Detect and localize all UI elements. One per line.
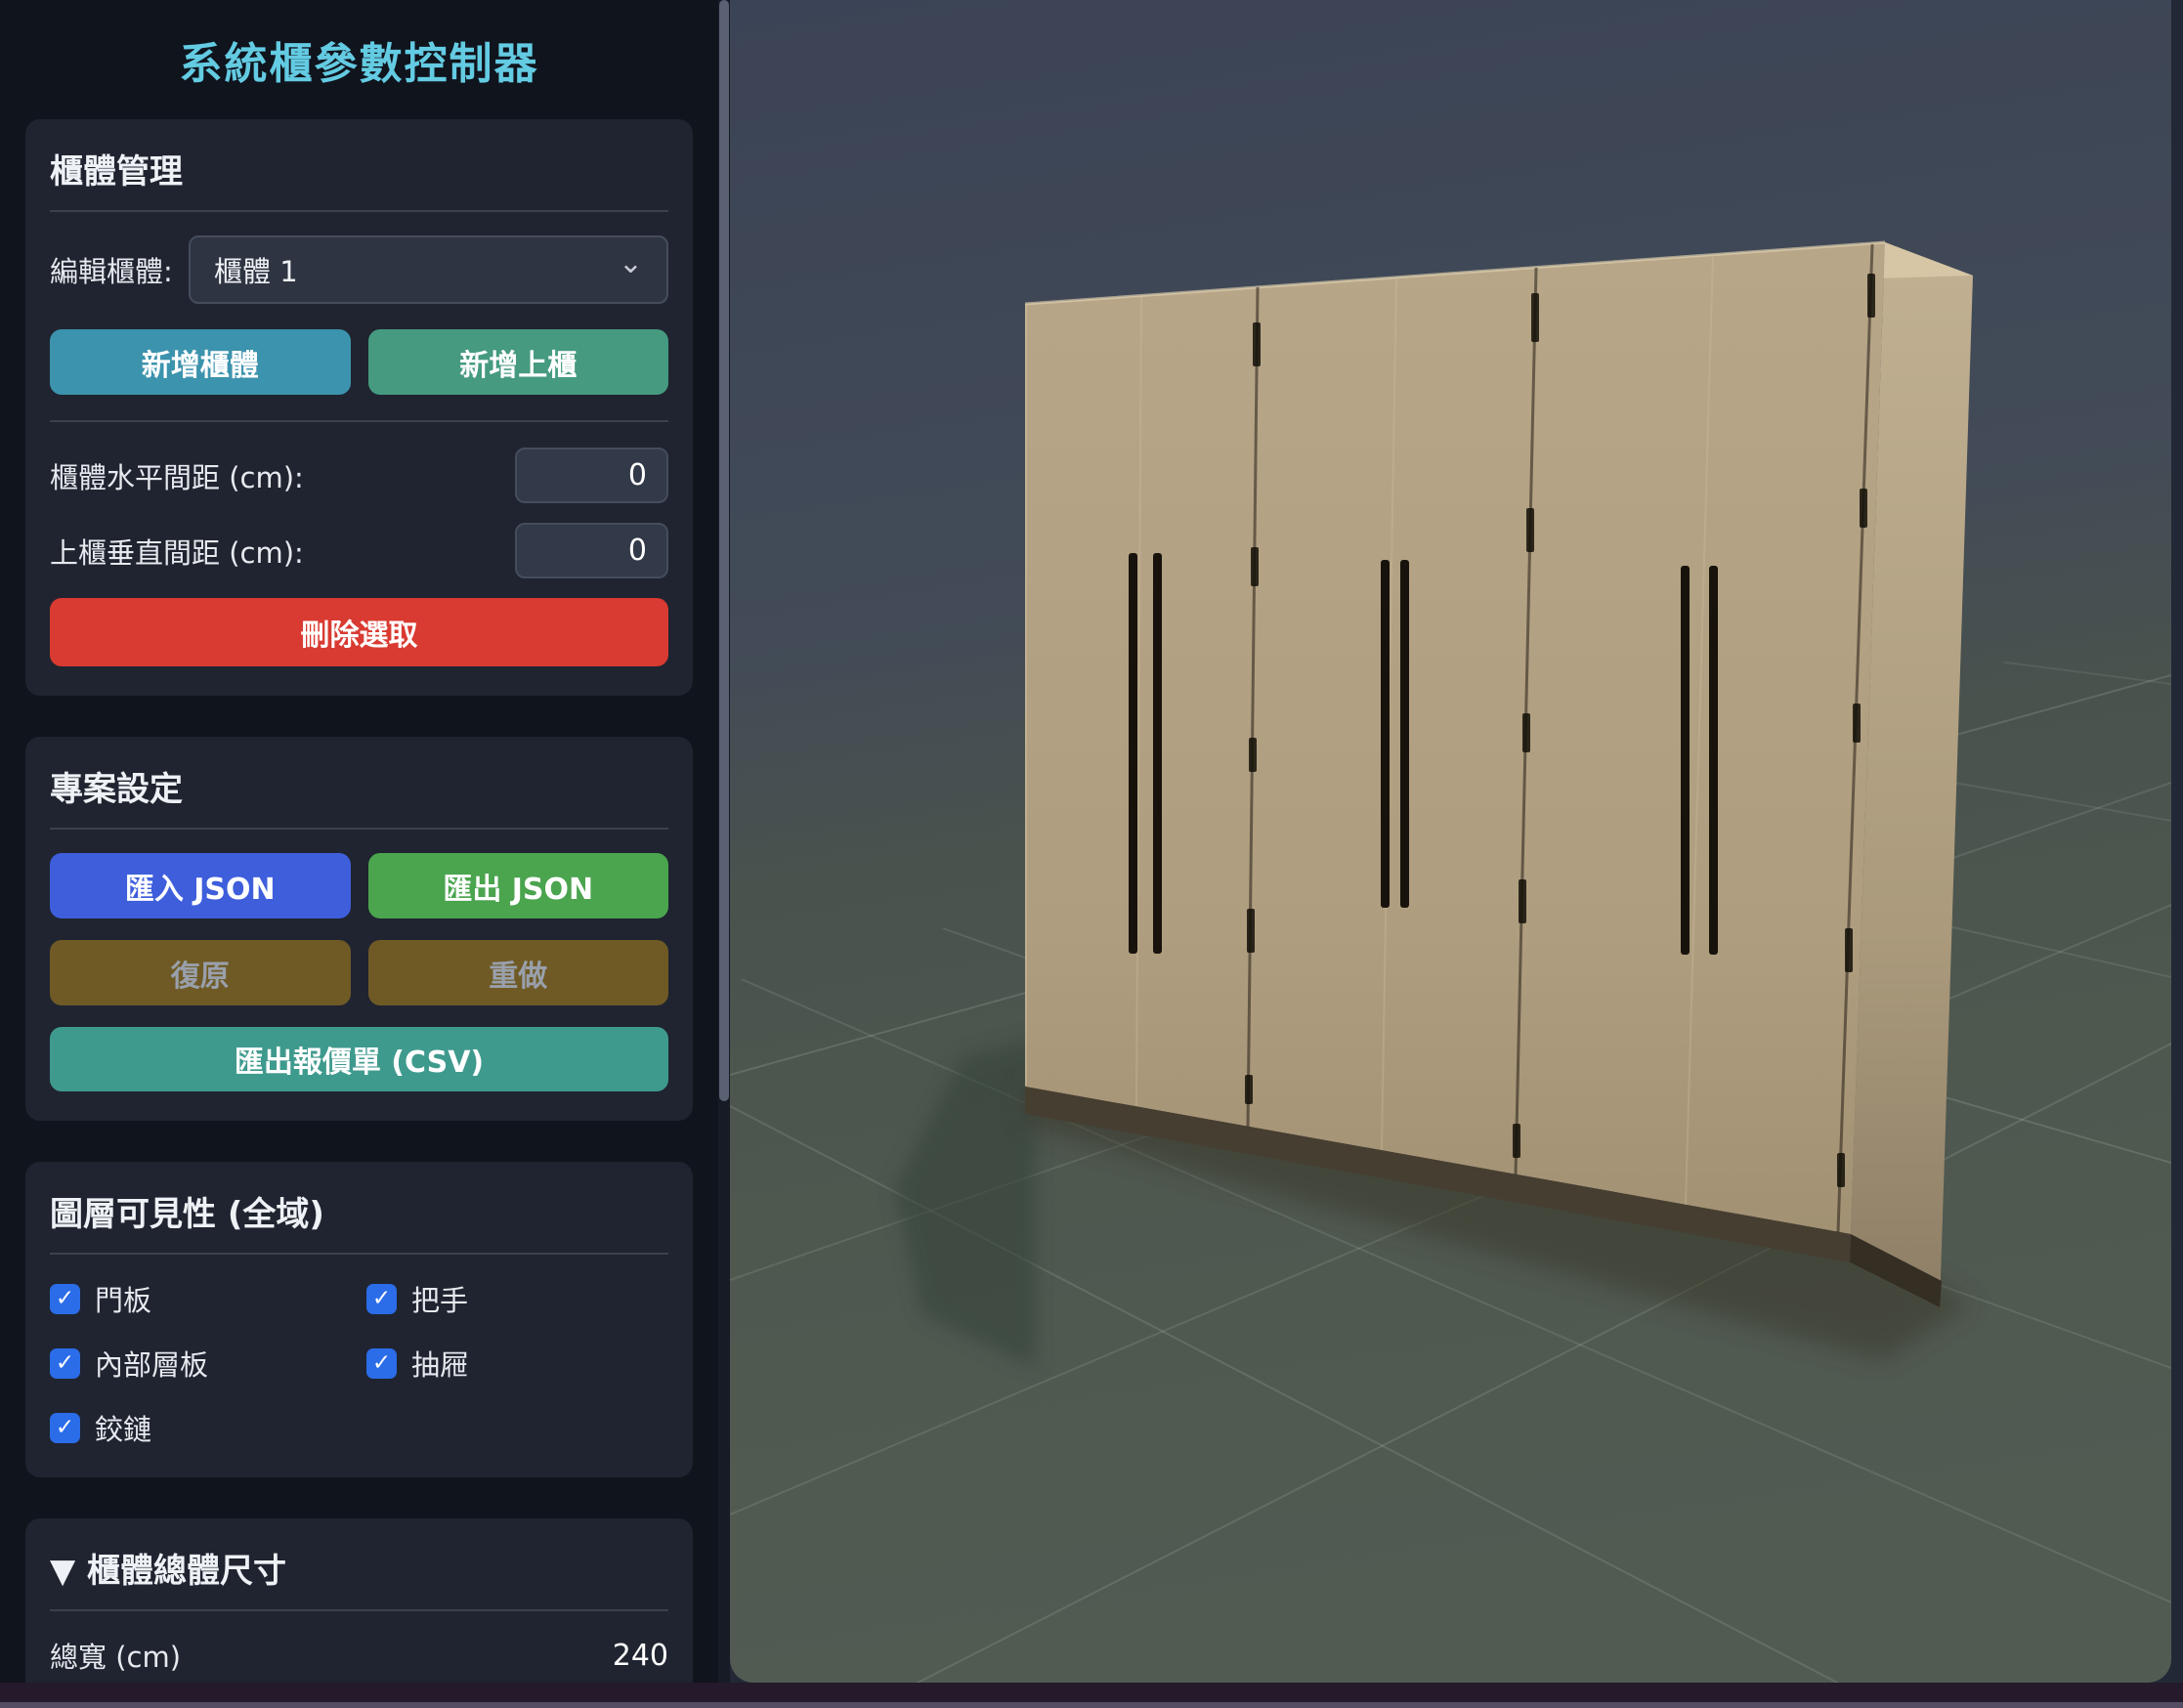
divider xyxy=(50,420,668,422)
layer-label: 抽屜 xyxy=(411,1343,468,1384)
bottom-bar xyxy=(0,1683,2183,1708)
bottom-bar-edge xyxy=(0,1702,2183,1708)
panel-header-project-settings: 專案設定 xyxy=(50,762,668,830)
main-area xyxy=(730,0,2183,1683)
panel-overall-dimensions: ▼ 櫃體總體尺寸 總寬 (cm) 240 總高 (cm) 260 xyxy=(25,1518,693,1683)
layer-checkbox-hinges[interactable]: ✓ 鉸鏈 xyxy=(50,1407,366,1448)
check-icon[interactable]: ✓ xyxy=(50,1348,80,1379)
import-json-button[interactable]: 匯入 JSON xyxy=(50,853,351,918)
cabinet-select[interactable]: 櫃體 1 ⌄ xyxy=(189,235,668,304)
check-icon[interactable]: ✓ xyxy=(50,1413,80,1443)
panel-header-cabinet-management: 櫃體管理 xyxy=(50,145,668,212)
delete-selected-button[interactable]: 刪除選取 xyxy=(50,598,668,666)
layer-label: 內部層板 xyxy=(95,1343,208,1384)
layer-checkbox-shelves[interactable]: ✓ 內部層板 xyxy=(50,1343,366,1384)
layer-label: 門板 xyxy=(95,1278,151,1319)
export-quote-csv-button[interactable]: 匯出報價單 (CSV) xyxy=(50,1027,668,1091)
vertical-gap-label: 上櫃垂直間距 (cm): xyxy=(50,531,304,572)
undo-button[interactable]: 復原 xyxy=(50,940,351,1005)
panel-layer-visibility: 圖層可見性 (全域) ✓ 門板 ✓ 把手 ✓ 內部層板 ✓ 抽屜 ✓ 鉸鏈 xyxy=(25,1162,693,1477)
layer-checkbox-doors[interactable]: ✓ 門板 xyxy=(50,1278,366,1319)
vertical-gap-input[interactable] xyxy=(515,523,668,578)
total-width-value: 240 xyxy=(613,1639,668,1673)
layer-label: 把手 xyxy=(411,1278,468,1319)
add-upper-cabinet-button[interactable]: 新增上櫃 xyxy=(368,329,669,395)
layer-label: 鉸鏈 xyxy=(95,1407,151,1448)
export-json-button[interactable]: 匯出 JSON xyxy=(368,853,669,918)
horizontal-gap-label: 櫃體水平間距 (cm): xyxy=(50,455,304,496)
cabinet-select-value: 櫃體 1 xyxy=(214,249,298,290)
check-icon[interactable]: ✓ xyxy=(50,1284,80,1314)
sidebar-scrollbar-thumb[interactable] xyxy=(719,0,729,1101)
add-cabinet-button[interactable]: 新增櫃體 xyxy=(50,329,351,395)
check-icon[interactable]: ✓ xyxy=(366,1348,397,1379)
horizontal-gap-input[interactable] xyxy=(515,448,668,503)
page-title: 系統櫃參數控制器 xyxy=(25,0,693,119)
redo-button[interactable]: 重做 xyxy=(368,940,669,1005)
check-icon[interactable]: ✓ xyxy=(366,1284,397,1314)
panel-header-overall-dimensions[interactable]: ▼ 櫃體總體尺寸 xyxy=(50,1544,668,1611)
edit-cabinet-label: 編輯櫃體: xyxy=(50,249,173,290)
total-width-label: 總寬 (cm) xyxy=(50,1635,181,1676)
sidebar-scrollbar[interactable] xyxy=(718,0,730,1683)
layer-checkbox-handles[interactable]: ✓ 把手 xyxy=(366,1278,668,1319)
panel-cabinet-management: 櫃體管理 編輯櫃體: 櫃體 1 ⌄ 新增櫃體 新增上櫃 櫃體水平間距 (cm):… xyxy=(25,119,693,696)
viewport-3d-canvas[interactable] xyxy=(730,0,2171,1683)
viewport-3d[interactable] xyxy=(730,0,2171,1683)
sidebar: 系統櫃參數控制器 櫃體管理 編輯櫃體: 櫃體 1 ⌄ 新增櫃體 新增上櫃 櫃體水… xyxy=(0,0,730,1683)
panel-header-layer-visibility: 圖層可見性 (全域) xyxy=(50,1187,668,1255)
panel-project-settings: 專案設定 匯入 JSON 匯出 JSON 復原 重做 匯出報價單 (CSV) xyxy=(25,737,693,1121)
layer-checkbox-drawers[interactable]: ✓ 抽屜 xyxy=(366,1343,668,1384)
